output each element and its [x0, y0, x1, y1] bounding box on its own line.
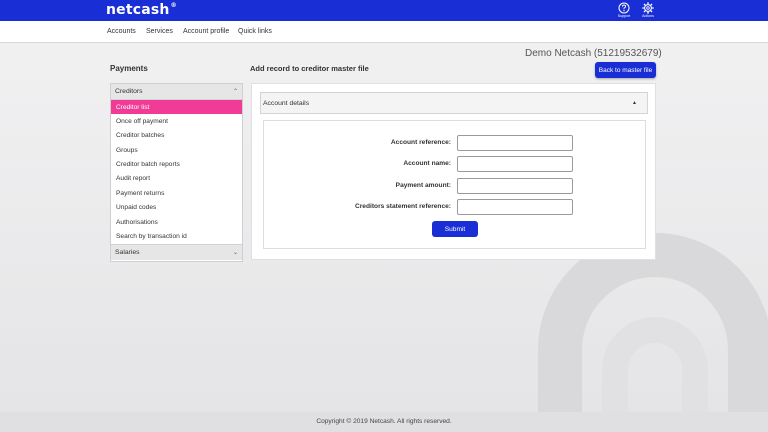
sidebar-item-creditor-batch-reports[interactable]: Creditor batch reports — [111, 157, 242, 172]
actions-label: Actions — [642, 14, 654, 18]
nav-account-profile[interactable]: Account profile — [183, 28, 229, 35]
sidebar-item-search-by-transaction-id[interactable]: Search by transaction id — [111, 229, 242, 244]
main-panel: Account details ▲ Account reference: Acc… — [251, 83, 656, 260]
payment-amount-label: Payment amount: — [395, 182, 451, 189]
account-details-form: Account reference: Account name: Payment… — [263, 120, 646, 249]
netcash-logo[interactable]: netcash® — [106, 2, 177, 18]
actions-button[interactable]: Actions — [637, 2, 659, 20]
salaries-section-header[interactable]: Salaries ⌄ — [111, 243, 242, 260]
sidebar-item-authorisations[interactable]: Authorisations — [111, 215, 242, 230]
sidebar-item-audit-report[interactable]: Audit report — [111, 171, 242, 187]
nav-services[interactable]: Services — [146, 28, 173, 35]
caret-up-icon: ▲ — [632, 100, 637, 106]
account-details-title: Account details — [263, 100, 310, 107]
creditors-section-label: Creditors — [115, 88, 143, 95]
footer: Copyright © 2019 Netcash. All rights res… — [0, 412, 768, 432]
creditors-statement-reference-label: Creditors statement reference: — [354, 203, 451, 210]
support-button[interactable]: Support — [613, 2, 635, 20]
chevron-down-icon: ⌄ — [232, 249, 238, 256]
top-bar: netcash® Support Actions — [0, 0, 768, 21]
back-to-master-file-button[interactable]: Back to master file — [595, 62, 656, 78]
account-reference-input[interactable] — [457, 135, 573, 151]
sidebar-item-groups[interactable]: Groups — [111, 143, 242, 158]
main-nav: Accounts Services Account profile Quick … — [0, 21, 768, 43]
salaries-section-label: Salaries — [115, 248, 140, 256]
payment-amount-input[interactable] — [457, 178, 573, 194]
creditors-statement-reference-input[interactable] — [457, 199, 573, 215]
submit-button[interactable]: Submit — [432, 221, 478, 237]
sidebar-item-creditor-batches[interactable]: Creditor batches — [111, 128, 242, 144]
gear-icon — [642, 2, 654, 14]
account-details-header[interactable]: Account details ▲ — [260, 92, 648, 114]
account-title: Demo Netcash (51219532679) — [525, 48, 662, 59]
sidebar-item-creditor-list[interactable]: Creditor list — [111, 100, 242, 115]
page-title: Add record to creditor master file — [250, 64, 369, 73]
account-name-label: Account name: — [403, 160, 451, 167]
nav-quick-links[interactable]: Quick links — [238, 28, 272, 35]
creditors-menu: Creditor list Once off payment Creditor … — [111, 100, 242, 244]
creditors-section-header[interactable]: Creditors ⌃ — [111, 84, 242, 100]
chevron-up-icon: ⌃ — [232, 89, 238, 95]
copyright-text: Copyright © 2019 Netcash. All rights res… — [316, 418, 452, 425]
account-reference-label: Account reference: — [390, 139, 451, 146]
sidebar-title: Payments — [110, 64, 148, 73]
nav-accounts[interactable]: Accounts — [107, 28, 136, 35]
account-name-input[interactable] — [457, 156, 573, 172]
sidebar-item-once-off-payment[interactable]: Once off payment — [111, 114, 242, 129]
sidebar-item-unpaid-codes[interactable]: Unpaid codes — [111, 200, 242, 216]
payments-sidebar: Creditors ⌃ Creditor list Once off payme… — [110, 83, 243, 262]
sidebar-item-payment-returns[interactable]: Payment returns — [111, 186, 242, 201]
question-circle-icon — [618, 2, 630, 14]
support-label: Support — [617, 14, 631, 18]
